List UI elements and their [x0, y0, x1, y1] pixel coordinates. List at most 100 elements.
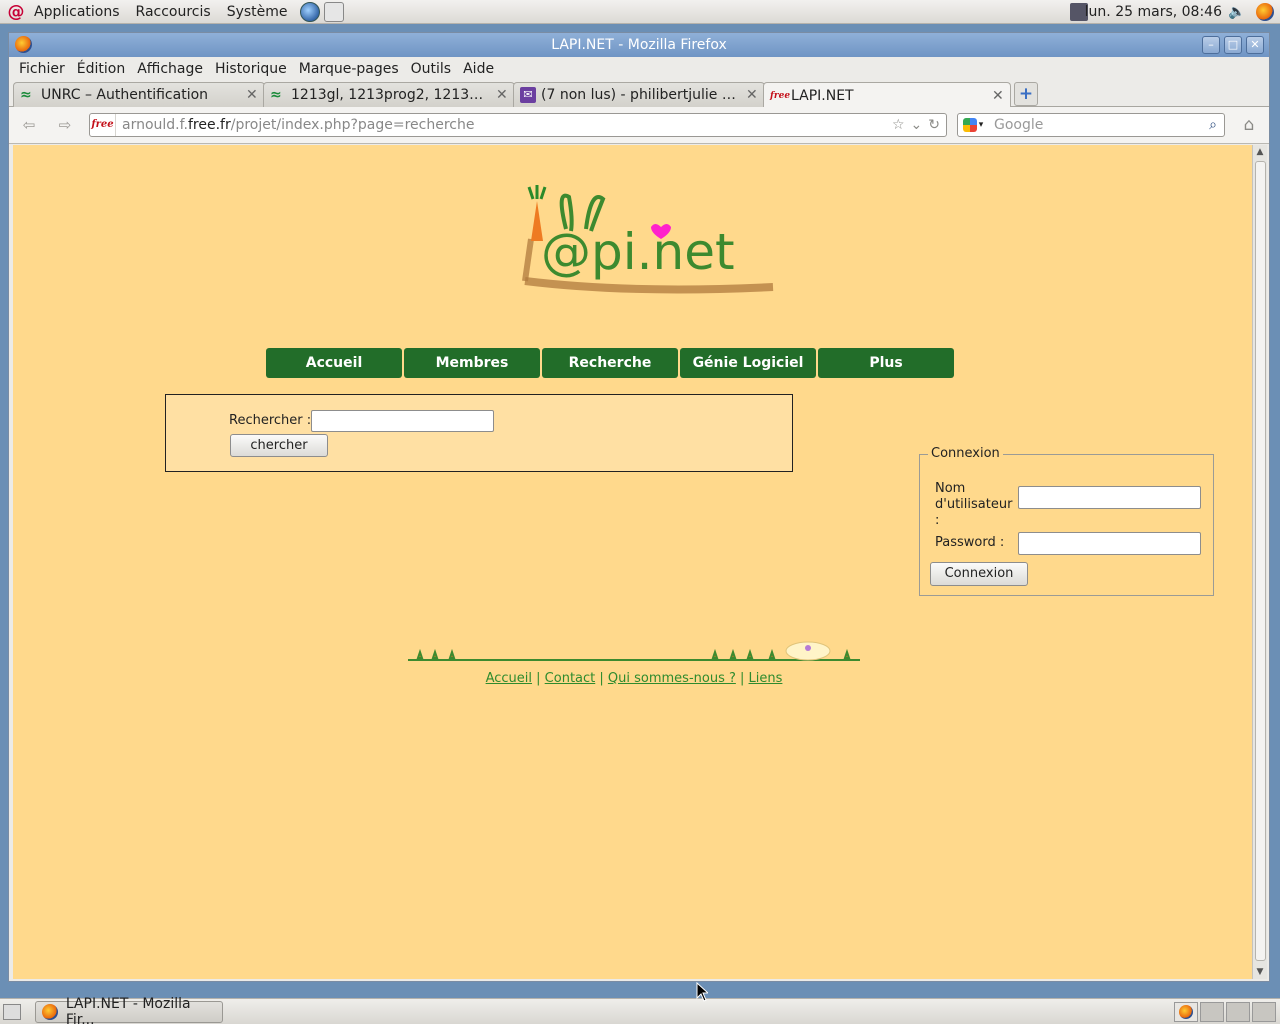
- tab-close-icon[interactable]: ✕: [992, 88, 1004, 104]
- login-button[interactable]: Connexion: [930, 562, 1028, 586]
- url-bar[interactable]: free arnould.f.free.fr/projet/index.php?…: [89, 113, 947, 137]
- free-favicon-icon: free: [770, 90, 791, 101]
- scroll-up-icon[interactable]: ▲: [1253, 145, 1267, 159]
- footer-link-contact[interactable]: Contact: [545, 671, 596, 686]
- tab-title: UNRC – Authentification: [41, 87, 209, 103]
- nav-plus[interactable]: Plus: [818, 348, 954, 378]
- search-engine-selector[interactable]: ▾: [958, 114, 988, 136]
- web-browser-launcher-icon[interactable]: [299, 1, 320, 22]
- tab-close-icon[interactable]: ✕: [746, 87, 758, 103]
- username-label: Nom d'utilisateur :: [935, 481, 1013, 528]
- search-label: Rechercher :: [229, 413, 312, 428]
- page-viewport: @pi.net Accueil Membres Recherche Génie …: [13, 145, 1252, 979]
- lapi-net-logo[interactable]: @pi.net: [511, 169, 777, 319]
- menubar: Fichier Édition Affichage Historique Mar…: [9, 57, 1269, 81]
- new-tab-button[interactable]: +: [1014, 82, 1038, 106]
- tab-close-icon[interactable]: ✕: [496, 87, 508, 103]
- password-label: Password :: [935, 535, 1005, 550]
- firefox-window: LAPI.NET - Mozilla Firefox – □ ✕ Fichier…: [8, 32, 1270, 982]
- search-button[interactable]: chercher: [230, 434, 328, 457]
- show-desktop-icon[interactable]: [3, 1004, 21, 1020]
- username-field[interactable]: [1018, 486, 1201, 509]
- footer-link-liens[interactable]: Liens: [749, 671, 783, 686]
- tab-strip: ≈ UNRC – Authentification ✕ ≈ 1213gl, 12…: [9, 81, 1269, 108]
- bottom-panel: LAPI.NET - Mozilla Fir...: [0, 996, 1280, 1024]
- shortcuts-menu[interactable]: Raccourcis: [128, 0, 219, 24]
- url-text[interactable]: arnould.f.free.fr/projet/index.php?page=…: [122, 117, 892, 133]
- nav-genie-logiciel[interactable]: Génie Logiciel: [680, 348, 816, 378]
- password-field[interactable]: [1018, 532, 1201, 555]
- taskbar-label: LAPI.NET - Mozilla Fir...: [65, 996, 191, 1024]
- reload-icon[interactable]: ↻: [928, 117, 940, 133]
- carrot-bunny-footer-illustration: [408, 641, 860, 661]
- nav-membres[interactable]: Membres: [404, 348, 540, 378]
- volume-icon[interactable]: 🔈: [1228, 3, 1246, 21]
- tab-lapi-net[interactable]: free LAPI.NET ✕: [763, 82, 1011, 108]
- firefox-tray-icon[interactable]: [1256, 3, 1274, 21]
- site-identity-icon[interactable]: free: [90, 114, 116, 136]
- menu-historique[interactable]: Historique: [209, 61, 293, 77]
- footer-link-accueil[interactable]: Accueil: [486, 671, 532, 686]
- firefox-icon: [42, 1004, 58, 1020]
- home-icon[interactable]: ⌂: [1237, 114, 1261, 136]
- tab-title: LAPI.NET: [791, 87, 854, 104]
- nav-recherche[interactable]: Recherche: [542, 348, 678, 378]
- mouse-cursor-icon: [696, 982, 708, 1002]
- navigation-toolbar: ⇦ ⇨ free arnould.f.free.fr/projet/index.…: [9, 107, 1269, 144]
- forward-icon[interactable]: ⇨: [53, 114, 77, 136]
- maximize-icon[interactable]: □: [1224, 36, 1242, 54]
- close-window-icon[interactable]: ✕: [1246, 36, 1264, 54]
- url-dropdown-icon[interactable]: ⌄: [911, 117, 923, 133]
- firefox-icon: [1179, 1005, 1193, 1019]
- workspace-1[interactable]: [1174, 1002, 1198, 1022]
- system-menu[interactable]: Système: [219, 0, 296, 24]
- menu-edition[interactable]: Édition: [71, 61, 131, 77]
- search-panel: Rechercher : chercher: [165, 394, 793, 472]
- back-icon[interactable]: ⇦: [17, 114, 41, 136]
- menu-aide[interactable]: Aide: [457, 61, 500, 77]
- search-bar[interactable]: ▾ Google ⌕: [957, 113, 1225, 137]
- tab-close-icon[interactable]: ✕: [246, 87, 258, 103]
- mail-launcher-icon[interactable]: [323, 1, 344, 22]
- search-field[interactable]: [311, 410, 494, 432]
- taskbar-firefox-button[interactable]: LAPI.NET - Mozilla Fir...: [35, 996, 223, 1024]
- tab-title: 1213gl, 1213prog2, 1213web...: [291, 87, 490, 103]
- vertical-scrollbar[interactable]: ▲ ▼: [1252, 145, 1267, 979]
- minimize-icon[interactable]: –: [1202, 36, 1220, 54]
- workspace-3[interactable]: [1226, 1002, 1250, 1022]
- menu-affichage[interactable]: Affichage: [131, 61, 209, 77]
- search-icon[interactable]: ⌕: [1202, 117, 1224, 133]
- scrollbar-thumb[interactable]: [1255, 161, 1266, 961]
- yahoo-mail-favicon-icon: ✉: [520, 87, 536, 103]
- tab-title: (7 non lus) - philibertjulie - Ya...: [541, 87, 740, 103]
- window-titlebar[interactable]: LAPI.NET - Mozilla Firefox – □ ✕: [9, 33, 1269, 57]
- top-panel: @ Applications Raccourcis Système lun. 2…: [0, 0, 1280, 24]
- window-title: LAPI.NET - Mozilla Firefox: [551, 37, 727, 53]
- logo-text: @pi.net: [541, 223, 735, 281]
- firefox-window-icon[interactable]: [15, 36, 32, 53]
- login-fieldset: Connexion Nom d'utilisateur : Password :…: [919, 446, 1214, 596]
- footer-links: Accueil | Contact | Qui sommes-nous ? | …: [485, 671, 783, 686]
- unrc-favicon-icon: ≈: [270, 87, 282, 103]
- clock[interactable]: lun. 25 mars, 08:46: [1085, 0, 1222, 24]
- menu-outils[interactable]: Outils: [405, 61, 457, 77]
- tab-unrc[interactable]: ≈ UNRC – Authentification ✕: [13, 82, 265, 107]
- login-legend: Connexion: [928, 446, 1003, 461]
- bookmark-star-icon[interactable]: ☆: [892, 117, 905, 133]
- unrc-favicon-icon: ≈: [20, 87, 32, 103]
- chevron-down-icon: ▾: [978, 120, 984, 130]
- footer-link-qui-sommes-nous[interactable]: Qui sommes-nous ?: [608, 671, 736, 686]
- site-navigation: Accueil Membres Recherche Génie Logiciel…: [266, 348, 954, 378]
- tab-1213gl[interactable]: ≈ 1213gl, 1213prog2, 1213web... ✕: [263, 82, 515, 107]
- google-icon: [962, 118, 977, 132]
- search-input[interactable]: Google: [988, 117, 1202, 133]
- tab-yahoo-mail[interactable]: ✉ (7 non lus) - philibertjulie - Ya... ✕: [513, 82, 765, 107]
- workspace-4[interactable]: [1252, 1002, 1276, 1022]
- menu-fichier[interactable]: Fichier: [13, 61, 71, 77]
- nav-accueil[interactable]: Accueil: [266, 348, 402, 378]
- applications-menu[interactable]: Applications: [26, 0, 128, 24]
- debian-logo-icon[interactable]: @: [6, 2, 26, 22]
- scroll-down-icon[interactable]: ▼: [1253, 965, 1267, 979]
- workspace-2[interactable]: [1200, 1002, 1224, 1022]
- menu-marque-pages[interactable]: Marque-pages: [293, 61, 405, 77]
